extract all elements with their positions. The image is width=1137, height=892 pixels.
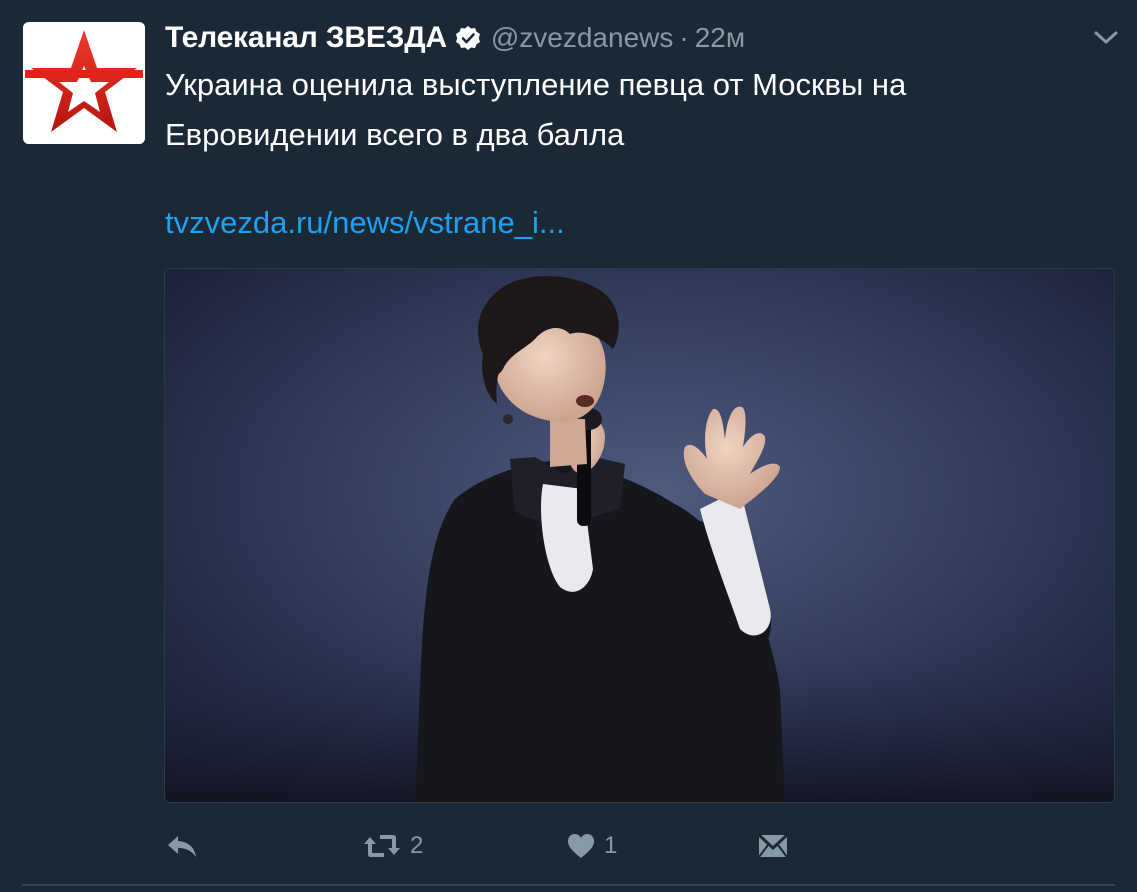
retweet-count: 2 — [410, 832, 424, 859]
direct-message-button[interactable] — [757, 826, 789, 866]
red-star-logo-icon — [23, 22, 145, 144]
singer-photo — [165, 269, 1114, 802]
tweet-link[interactable]: tvzvezda.ru/news/vstrane_i... — [165, 198, 565, 248]
tweet: Телеканал ЗВЕЗДА @zvezdanews · 22м Украи… — [0, 0, 1137, 892]
like-count: 1 — [604, 832, 618, 859]
user-handle[interactable]: @zvezdanews — [491, 22, 674, 54]
retweet-button[interactable]: 2 — [362, 826, 423, 866]
separator-dot: · — [679, 22, 689, 53]
reply-icon — [168, 836, 196, 857]
tweet-header: Телеканал ЗВЕЗДА @zvezdanews · 22м — [165, 18, 745, 58]
reply-button[interactable] — [165, 826, 199, 866]
chevron-down-icon[interactable] — [1093, 28, 1119, 48]
direct-message-icon — [757, 833, 789, 858]
display-name[interactable]: Телеканал ЗВЕЗДА — [165, 21, 447, 55]
tweet-photo[interactable] — [164, 268, 1115, 803]
like-button[interactable]: 1 — [566, 826, 617, 866]
timestamp[interactable]: 22м — [695, 22, 745, 54]
tweet-text: Украина оценила выступление певца от Мос… — [165, 67, 907, 152]
heart-icon — [568, 834, 594, 858]
tweet-actions: 2 1 — [0, 826, 1137, 866]
verified-badge-icon — [455, 25, 481, 51]
retweet-icon — [364, 835, 400, 857]
avatar[interactable] — [23, 22, 145, 144]
divider — [22, 884, 1115, 886]
